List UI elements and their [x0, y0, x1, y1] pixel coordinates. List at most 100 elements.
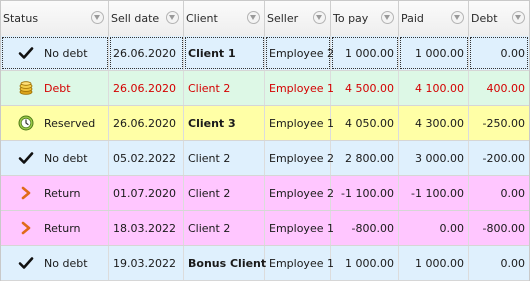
cell-paid[interactable]: 4 100.00: [399, 71, 469, 105]
sell-date-value: 01.07.2020: [113, 186, 176, 200]
cell-to-pay[interactable]: 2 800.00: [331, 141, 399, 175]
cell-debt[interactable]: -250.00: [469, 106, 529, 140]
to-pay-value: 4 050.00: [345, 116, 394, 130]
cell-client[interactable]: Client 2: [184, 141, 265, 175]
debt-value: -800.00: [482, 221, 525, 235]
status-label: No debt: [44, 256, 88, 270]
column-header-sell-date-label: Sell date: [111, 12, 160, 25]
cell-sell-date[interactable]: 01.07.2020: [109, 176, 184, 210]
column-header-seller[interactable]: Seller: [265, 1, 331, 36]
filter-icon[interactable]: [166, 11, 179, 24]
cell-status[interactable]: Return: [1, 176, 109, 210]
table-row[interactable]: Return 01.07.2020 Client 2 Employee 2 -1 100…: [1, 176, 529, 211]
cell-debt[interactable]: 0.00: [469, 36, 529, 70]
cell-client[interactable]: Client 1: [184, 36, 265, 70]
cell-sell-date[interactable]: 18.03.2022: [109, 211, 184, 245]
cell-debt[interactable]: 400.00: [469, 71, 529, 105]
filter-icon[interactable]: [91, 11, 104, 24]
to-pay-value: 2 800.00: [345, 151, 394, 165]
status-label: Return: [44, 221, 81, 235]
cell-to-pay[interactable]: -1 100.00: [331, 176, 399, 210]
filter-icon[interactable]: [512, 11, 525, 24]
cell-sell-date[interactable]: 19.03.2022: [109, 246, 184, 280]
client-value: Bonus Client: [188, 256, 267, 270]
cell-to-pay[interactable]: 1 000.00: [331, 36, 399, 70]
paid-value: 4 300.00: [415, 116, 464, 130]
client-value: Client 2: [188, 186, 231, 200]
cell-seller[interactable]: Employee 1: [265, 71, 334, 105]
checkmark-icon: [18, 45, 34, 61]
cell-seller[interactable]: Employee 1: [265, 246, 334, 280]
cell-seller[interactable]: Employee 1: [265, 106, 334, 140]
checkmark-icon: [18, 150, 34, 166]
table-row[interactable]: Debt 26.06.2020 Client 2 Employee 1 4 500.00…: [1, 71, 529, 106]
cell-status[interactable]: No debt: [1, 246, 109, 280]
cell-debt[interactable]: -800.00: [469, 211, 529, 245]
table-row[interactable]: No debt 05.02.2022 Client 2 Employee 2 2 800…: [1, 141, 529, 176]
client-value: Client 3: [188, 116, 236, 130]
cell-paid[interactable]: 0.00: [399, 211, 469, 245]
cell-sell-date[interactable]: 05.02.2022: [109, 141, 184, 175]
cell-to-pay[interactable]: 1 000.00: [331, 246, 399, 280]
cell-seller[interactable]: Employee 2: [265, 36, 334, 70]
client-value: Client 1: [188, 46, 236, 60]
cell-sell-date[interactable]: 26.06.2020: [109, 106, 184, 140]
cell-seller[interactable]: Employee 2: [265, 141, 334, 175]
cell-sell-date[interactable]: 26.06.2020: [109, 36, 184, 70]
cell-to-pay[interactable]: 4 500.00: [331, 71, 399, 105]
to-pay-value: 1 000.00: [345, 256, 394, 270]
table-row[interactable]: Reserved 26.06.2020 Client 3 Employee 1 4 05…: [1, 106, 529, 141]
cell-paid[interactable]: 1 000.00: [399, 36, 469, 70]
cell-status[interactable]: Debt: [1, 71, 109, 105]
cell-paid[interactable]: -1 100.00: [399, 176, 469, 210]
client-value: Client 2: [188, 81, 231, 95]
cell-seller[interactable]: Employee 2: [265, 176, 334, 210]
column-header-status[interactable]: Status: [1, 1, 109, 36]
column-header-sell-date[interactable]: Sell date: [109, 1, 184, 36]
cell-paid[interactable]: 3 000.00: [399, 141, 469, 175]
seller-value: Employee 1: [269, 116, 334, 130]
cell-client[interactable]: Client 3: [184, 106, 265, 140]
cell-status[interactable]: Return: [1, 211, 109, 245]
cell-to-pay[interactable]: 4 050.00: [331, 106, 399, 140]
column-header-debt[interactable]: Debt: [469, 1, 529, 36]
sales-grid: Status Sell date Client Seller To pay Pa…: [0, 0, 530, 281]
cell-seller[interactable]: Employee 1: [265, 211, 334, 245]
table-row[interactable]: No debt 26.06.2020 Client 1 Employee 2 1 000…: [1, 36, 529, 71]
sell-date-value: 05.02.2022: [113, 151, 176, 165]
column-header-paid-label: Paid: [401, 12, 424, 25]
to-pay-value: -1 100.00: [341, 186, 394, 200]
cell-paid[interactable]: 1 000.00: [399, 246, 469, 280]
debt-value: -200.00: [482, 151, 525, 165]
cell-paid[interactable]: 4 300.00: [399, 106, 469, 140]
cell-debt[interactable]: -200.00: [469, 141, 529, 175]
paid-value: 4 100.00: [415, 81, 464, 95]
column-header-to-pay[interactable]: To pay: [331, 1, 399, 36]
clock-icon: [18, 115, 34, 131]
status-label: Return: [44, 186, 81, 200]
checkmark-icon: [18, 255, 34, 271]
debt-value: 0.00: [500, 186, 526, 200]
table-row[interactable]: No debt 19.03.2022 Bonus Client Employee 1 1…: [1, 246, 529, 281]
filter-icon[interactable]: [247, 11, 260, 24]
cell-status[interactable]: Reserved: [1, 106, 109, 140]
filter-icon[interactable]: [313, 11, 326, 24]
paid-value: -1 100.00: [411, 186, 464, 200]
cell-client[interactable]: Client 2: [184, 71, 265, 105]
status-label: Debt: [44, 81, 71, 95]
cell-status[interactable]: No debt: [1, 36, 109, 70]
filter-icon[interactable]: [451, 11, 464, 24]
cell-status[interactable]: No debt: [1, 141, 109, 175]
table-row[interactable]: Return 18.03.2022 Client 2 Employee 1 -800.0…: [1, 211, 529, 246]
column-header-paid[interactable]: Paid: [399, 1, 469, 36]
column-header-client[interactable]: Client: [184, 1, 265, 36]
cell-to-pay[interactable]: -800.00: [331, 211, 399, 245]
filter-icon[interactable]: [381, 11, 394, 24]
cell-debt[interactable]: 0.00: [469, 246, 529, 280]
cell-client[interactable]: Client 2: [184, 176, 265, 210]
cell-client[interactable]: Bonus Client: [184, 246, 267, 280]
cell-debt[interactable]: 0.00: [469, 176, 529, 210]
cell-client[interactable]: Client 2: [184, 211, 265, 245]
seller-value: Employee 2: [269, 186, 334, 200]
cell-sell-date[interactable]: 26.06.2020: [109, 71, 184, 105]
